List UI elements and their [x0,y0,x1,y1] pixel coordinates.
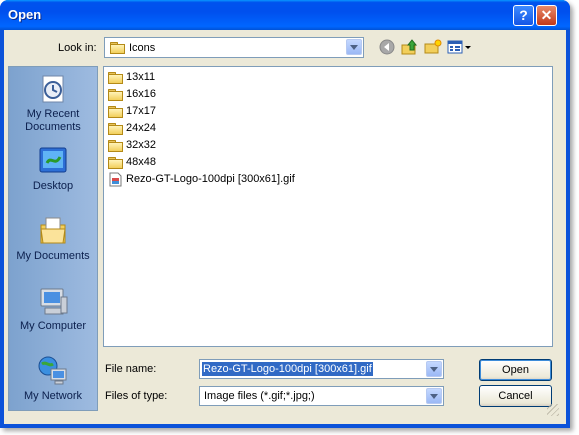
resize-grip[interactable] [547,404,559,416]
window-title: Open [8,7,42,22]
folder-icon [108,106,123,118]
list-item-folder-24x24[interactable]: 24x24 [107,120,407,137]
file-name-field[interactable]: Rezo-GT-Logo-100dpi [300x61].gif [199,359,444,379]
my-computer-icon [37,285,69,317]
files-of-type-label: Files of type: [105,390,168,402]
item-name: 16x16 [126,88,156,100]
my-network-icon [37,355,69,387]
look-in-label: Look in: [58,42,97,54]
item-name: 24x24 [126,122,156,134]
back-button[interactable] [378,39,396,57]
place-my-documents[interactable]: My Documents [9,215,97,263]
item-name: 48x48 [126,156,156,168]
files-of-type-value: Image files (*.gif;*.jpg;) [204,390,315,402]
list-item-gif-file[interactable]: Rezo-GT-Logo-100dpi [300x61].gif [107,171,407,188]
chevron-down-icon[interactable] [426,361,442,377]
place-my-recent-documents[interactable]: My Recent Documents [9,73,97,134]
look-in-dropdown[interactable]: Icons [104,37,364,58]
places-bar: My Recent Documents Desktop My Documents… [8,66,98,411]
cancel-button[interactable]: Cancel [479,385,552,407]
list-item-folder-48x48[interactable]: 48x48 [107,154,407,171]
views-menu-icon [447,40,471,54]
folder-icon [108,123,123,135]
my-documents-icon [37,215,69,247]
desktop-icon [37,145,69,177]
back-icon [379,39,395,55]
place-label: My Documents [16,250,90,262]
up-folder-button[interactable] [401,39,419,57]
help-icon: ? [519,7,528,23]
folder-icon [110,42,125,54]
place-label: My Computer [19,320,87,332]
gif-file-icon [109,172,122,187]
item-name: 13x11 [126,71,156,83]
item-name: 17x17 [126,105,156,117]
file-name-value[interactable]: Rezo-GT-Logo-100dpi [300x61].gif [202,362,373,376]
folder-icon [108,89,123,101]
open-button[interactable]: Open [479,359,552,381]
folder-icon [108,72,123,84]
file-name-label: File name: [105,363,157,375]
item-name: 32x32 [126,139,156,151]
folder-icon [108,157,123,169]
place-my-network[interactable]: My Network [9,355,97,403]
up-folder-icon [401,39,418,55]
place-label: My Network [23,390,83,402]
files-of-type-dropdown[interactable]: Image files (*.gif;*.jpg;) [199,386,444,406]
item-name: Rezo-GT-Logo-100dpi [300x61].gif [126,173,295,185]
file-list[interactable]: 13x11 16x16 17x17 24x24 32x32 48x48 Rezo… [103,66,553,347]
title-bar[interactable]: Open ? ✕ [0,0,570,30]
list-item-folder-32x32[interactable]: 32x32 [107,137,407,154]
list-item-folder-13x11[interactable]: 13x11 [107,69,407,86]
place-desktop[interactable]: Desktop [9,145,97,193]
chevron-down-icon[interactable] [426,388,442,404]
help-button[interactable]: ? [513,5,534,26]
views-menu-button[interactable] [447,39,473,57]
list-item-folder-17x17[interactable]: 17x17 [107,103,407,120]
recent-documents-icon [37,73,69,105]
new-folder-icon [424,39,442,54]
place-label: Desktop [32,180,74,192]
place-label: My Recent Documents [25,108,81,133]
new-folder-button[interactable] [424,39,442,57]
close-button[interactable]: ✕ [536,5,557,26]
look-in-value: Icons [129,42,156,54]
folder-icon [108,140,123,152]
chevron-down-icon[interactable] [346,39,362,55]
list-item-folder-16x16[interactable]: 16x16 [107,86,407,103]
place-my-computer[interactable]: My Computer [9,285,97,333]
close-icon: ✕ [540,7,553,23]
